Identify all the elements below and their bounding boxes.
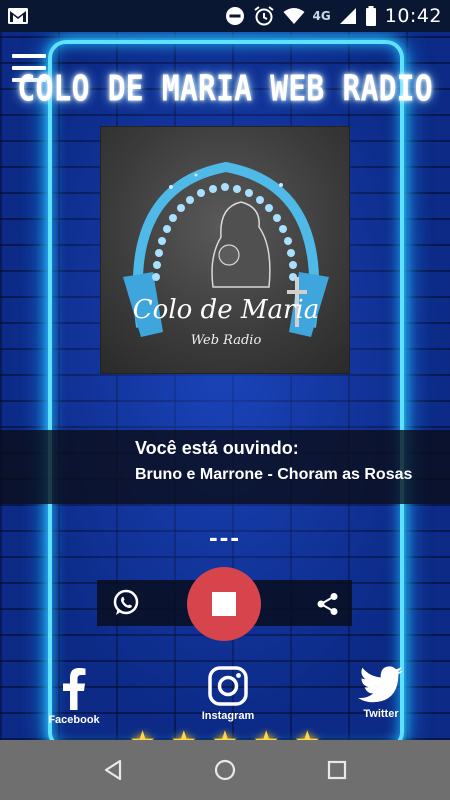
navigation-bar [0, 740, 450, 800]
now-playing-track: Bruno e Marrone - Choram as Rosas [135, 466, 413, 483]
star-icon[interactable]: ★ [294, 728, 321, 740]
twitter-label: Twitter [363, 708, 399, 720]
facebook-icon [63, 668, 86, 710]
star-icon[interactable]: ★ [253, 728, 280, 740]
recents-square-icon [327, 760, 347, 780]
gmail-icon [8, 8, 28, 24]
instagram-label: Instagram [201, 710, 255, 722]
logo-name: Colo de Maria [132, 295, 320, 325]
signal-icon [339, 7, 357, 25]
share-button[interactable] [314, 590, 342, 618]
recents-button[interactable] [325, 758, 349, 782]
whatsapp-button[interactable] [111, 588, 141, 618]
alarm-icon [253, 5, 275, 27]
instagram-link[interactable]: Instagram [196, 666, 260, 722]
now-playing-panel: Você está ouvindo: Bruno e Marrone - Cho… [0, 430, 450, 504]
battery-icon [365, 6, 377, 26]
now-playing-label: Você está ouvindo: [135, 438, 299, 458]
stream-status: --- [209, 522, 241, 552]
instagram-icon [208, 666, 248, 706]
star-icon[interactable]: ★ [212, 728, 239, 740]
twitter-link[interactable]: Twitter [350, 666, 412, 720]
facebook-link[interactable]: Facebook [42, 668, 106, 726]
do-not-disturb-icon [225, 6, 245, 26]
clock: 10:42 [384, 5, 442, 27]
app-title: COLO DE MARIA WEB RADIO [17, 68, 433, 110]
rating-stars[interactable]: ★ ★ ★ ★ ★ [122, 728, 328, 740]
back-button[interactable] [101, 758, 125, 782]
stop-button[interactable] [187, 567, 261, 641]
status-bar: 4G 10:42 [0, 0, 450, 32]
facebook-label: Facebook [48, 714, 100, 726]
back-triangle-icon [104, 759, 122, 781]
wifi-icon [283, 7, 305, 25]
station-logo: Colo de Maria Web Radio [100, 126, 350, 374]
home-circle-icon [214, 759, 236, 781]
logo-subtitle: Web Radio [190, 333, 262, 348]
home-button[interactable] [213, 758, 237, 782]
network-type: 4G [312, 9, 331, 23]
star-icon[interactable]: ★ [129, 728, 156, 740]
app-background: COLO DE MARIA WEB RADIO Colo de Maria We… [0, 32, 450, 740]
whatsapp-icon [113, 589, 139, 615]
share-icon [317, 593, 338, 615]
stop-icon [212, 592, 236, 616]
hamburger-icon-line [12, 54, 46, 58]
star-icon[interactable]: ★ [170, 728, 197, 740]
twitter-icon [358, 666, 403, 703]
